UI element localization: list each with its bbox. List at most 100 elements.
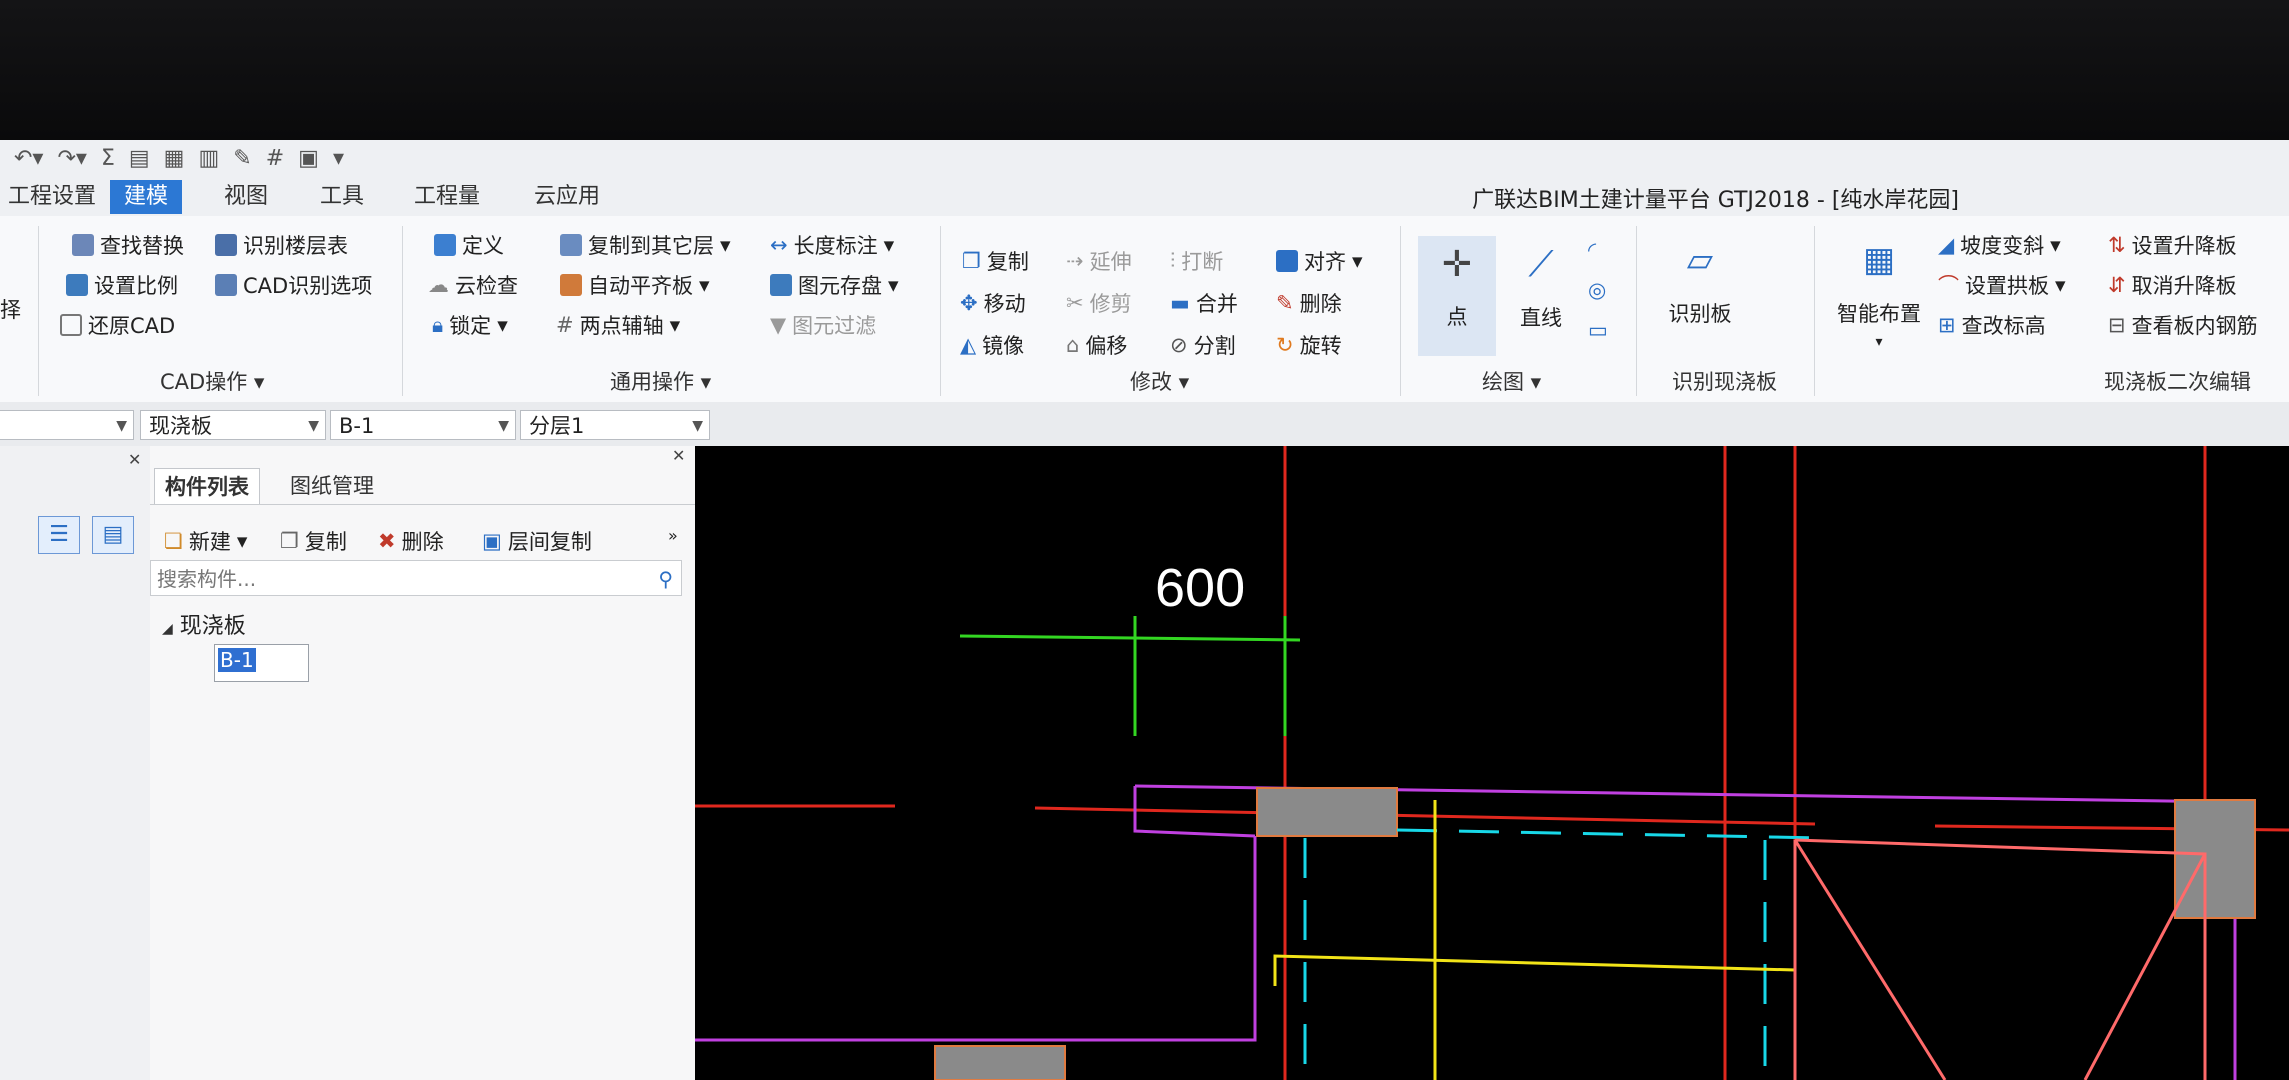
tree-item-b1[interactable]: B-1 [214, 644, 309, 682]
trim-button[interactable]: ✂ 修剪 [1066, 288, 1132, 318]
undo-icon[interactable]: ↶▾ [14, 146, 43, 171]
cloud-check-button[interactable]: ☁ 云检查 [428, 270, 518, 300]
smart-layout-icon: ▦ [1862, 240, 1896, 280]
floor-select[interactable]: ▼ [0, 410, 134, 440]
check-elevation-label: 查改标高 [1961, 314, 2046, 338]
length-dim-button[interactable]: ↔ 长度标注 ▾ [770, 230, 894, 260]
extend-label: 延伸 [1089, 250, 1132, 274]
report-icon[interactable]: ▤ [129, 146, 150, 171]
set-arch-button[interactable]: ⌒ 设置拱板 ▾ [1938, 270, 2066, 300]
offset-button[interactable]: ⌂ 偏移 [1066, 330, 1127, 360]
pencil-icon[interactable]: ✎ [233, 146, 251, 171]
copy-to-other-floor-button[interactable]: 复制到其它层 ▾ [560, 230, 731, 260]
auto-level-slab-button[interactable]: 自动平齐板 ▾ [560, 270, 710, 300]
list-view-icon[interactable]: ☰ [38, 516, 80, 554]
identify-floor-table-button[interactable]: 识别楼层表 [215, 230, 348, 260]
level-slab-icon [560, 274, 582, 296]
rect-draw-button[interactable]: ▭ [1588, 318, 1608, 342]
eraser-icon: ✎ [1276, 291, 1294, 315]
export-icon[interactable]: ▣ [298, 146, 319, 171]
more-icon[interactable]: » [668, 526, 678, 545]
close-icon[interactable]: ✕ [128, 450, 141, 469]
group-recognize-label: 识别现浇板 [1672, 370, 1777, 394]
mirror-button[interactable]: ◭ 镜像 [960, 330, 1024, 360]
element-filter-button[interactable]: ▼ 图元过滤 [770, 310, 876, 340]
search-input[interactable]: 搜索构件... ⚲ [150, 560, 682, 596]
search-icon[interactable]: ⚲ [658, 561, 673, 597]
copy-to-other-floor-label: 复制到其它层 [588, 234, 714, 258]
merge-button[interactable]: ▬ 合并 [1170, 288, 1238, 318]
cursor-icon: ✛ [1441, 244, 1473, 285]
tab-modeling[interactable]: 建模 [110, 180, 183, 214]
merge-label: 合并 [1195, 292, 1238, 316]
cancel-lift-button[interactable]: ⇵ 取消升降板 [2108, 270, 2237, 300]
move-icon: ✥ [960, 291, 978, 315]
check-elevation-button[interactable]: ⊞ 查改标高 [1938, 310, 2046, 340]
cad-options-label: CAD识别选项 [243, 274, 373, 298]
close-icon[interactable]: ✕ [672, 446, 685, 465]
mirror-label: 镜像 [982, 334, 1025, 358]
define-button[interactable]: 定义 [434, 230, 504, 260]
line-draw-button[interactable]: ⟋ 直线 [1506, 236, 1576, 356]
smart-layout-label: 智能布置 [1837, 302, 1921, 326]
layer-copy-icon: ▣ [482, 529, 502, 553]
quick-access-toolbar: ↶▾ ↷▾ Σ ▤ ▦ ▥ ✎ # ▣ ▾ [0, 140, 2289, 176]
customize-icon[interactable]: ▾ [333, 146, 344, 171]
tab-component-list[interactable]: 构件列表 [154, 468, 260, 505]
restore-cad-button[interactable]: 还原CAD [60, 310, 175, 340]
break-button[interactable]: ⫶ 打断 [1170, 246, 1223, 276]
set-scale-button[interactable]: 设置比例 [66, 270, 178, 300]
delete-button[interactable]: ✎ 删除 [1276, 288, 1342, 318]
smart-layout-button[interactable]: ▦ 智能布置 ▾ [1824, 240, 1934, 350]
line-icon: ⟋ [1528, 244, 1554, 285]
grid-icon[interactable]: # [266, 146, 284, 171]
tree-node-cast-slab[interactable]: ◢ 现浇板 [162, 608, 246, 640]
tab-project-settings[interactable]: 工程设置 [0, 180, 110, 214]
split-button[interactable]: ⊘ 分割 [1170, 330, 1236, 360]
tab-view[interactable]: 视图 [210, 180, 282, 214]
copy-component-button[interactable]: ❐ 复制 [280, 526, 347, 556]
hidden-line [1396, 828, 1826, 840]
find-replace-button[interactable]: 查找替换 [72, 230, 184, 260]
move-button[interactable]: ✥ 移动 [960, 288, 1026, 318]
element-type-select[interactable]: 现浇板 ▼ [140, 410, 326, 440]
table-icon[interactable]: ▥ [198, 146, 219, 171]
layer-select[interactable]: 分层1 ▼ [520, 410, 710, 440]
arc-draw-button[interactable]: ◜ [1588, 238, 1596, 262]
copy-button[interactable]: ❐ 复制 [962, 246, 1029, 276]
tab-tools[interactable]: 工具 [306, 180, 378, 214]
collapse-icon[interactable]: ◢ [162, 621, 173, 637]
floor-copy-button[interactable]: ▣ 层间复制 [482, 526, 592, 556]
point-draw-button[interactable]: ✛ 点 [1418, 236, 1496, 356]
sum-icon[interactable]: Σ [101, 146, 115, 171]
group-cad[interactable]: CAD操作 ▾ [160, 366, 264, 396]
recognize-slab-button[interactable]: ▱ 识别板 [1650, 240, 1750, 328]
group-draw[interactable]: 绘图 ▾ [1482, 366, 1541, 396]
slope-change-button[interactable]: ◢ 坡度变斜 ▾ [1938, 230, 2061, 260]
set-lift-button[interactable]: ⇅ 设置升降板 [2108, 230, 2237, 260]
cad-options-button[interactable]: CAD识别选项 [215, 270, 372, 300]
element-select[interactable]: B-1 ▼ [330, 410, 516, 440]
dimension-text: 600 [1155, 558, 1245, 618]
detail-view-icon[interactable]: ▤ [92, 516, 134, 554]
align-button[interactable]: 对齐 ▾ [1276, 246, 1363, 276]
tab-quantity[interactable]: 工程量 [400, 180, 494, 214]
circle-draw-button[interactable]: ◎ [1588, 278, 1606, 302]
cut-off-button[interactable]: 择 [0, 294, 21, 324]
view-report-icon[interactable]: ▦ [164, 146, 185, 171]
two-point-axis-button[interactable]: # 两点辅轴 ▾ [556, 310, 680, 340]
extend-button[interactable]: ⇢ 延伸 [1066, 246, 1132, 276]
tab-cloud[interactable]: 云应用 [520, 180, 614, 214]
group-general[interactable]: 通用操作 ▾ [610, 366, 711, 396]
cad-drawing-canvas[interactable]: 600 [695, 446, 2289, 1080]
new-button[interactable]: ❏ 新建 ▾ [164, 526, 247, 556]
view-rebar-button[interactable]: ⊟ 查看板内钢筋 [2108, 310, 2258, 340]
tab-drawing-management[interactable]: 图纸管理 [280, 468, 384, 504]
cloud-icon: ☁ [428, 273, 449, 297]
rotate-button[interactable]: ↻ 旋转 [1276, 330, 1342, 360]
element-save-button[interactable]: 图元存盘 ▾ [770, 270, 899, 300]
group-modify[interactable]: 修改 ▾ [1130, 366, 1189, 396]
lock-button[interactable]: 🔒︎ 锁定 ▾ [432, 310, 508, 340]
delete-component-button[interactable]: ✖ 删除 [378, 526, 444, 556]
redo-icon[interactable]: ↷▾ [57, 146, 86, 171]
